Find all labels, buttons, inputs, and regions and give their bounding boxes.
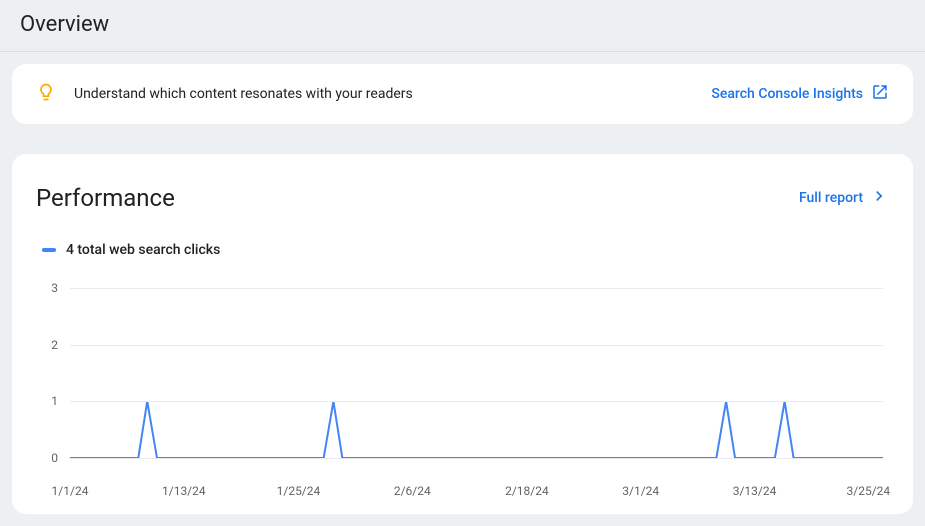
plot-area [70, 278, 883, 478]
x-axis: 1/1/241/13/241/25/242/6/242/18/243/1/243… [70, 484, 883, 504]
y-tick-label: 1 [51, 394, 58, 408]
y-tick-label: 0 [51, 451, 58, 465]
y-tick-label: 2 [51, 338, 58, 352]
lightbulb-icon [36, 82, 56, 106]
insights-link-label: Search Console Insights [711, 86, 863, 102]
x-tick-label: 2/18/24 [505, 484, 549, 498]
page-title: Overview [0, 0, 925, 52]
full-report-label: Full report [799, 190, 863, 206]
x-tick-label: 1/13/24 [162, 484, 206, 498]
x-tick-label: 1/25/24 [277, 484, 321, 498]
performance-header: Performance Full report [36, 184, 889, 212]
y-axis: 0 1 2 3 [36, 278, 64, 478]
x-tick-label: 3/13/24 [733, 484, 777, 498]
grid-line [70, 345, 883, 346]
x-tick-label: 3/25/24 [847, 484, 891, 498]
x-tick-label: 1/1/24 [52, 484, 89, 498]
performance-card: Performance Full report 4 total web sear… [12, 154, 913, 514]
external-link-icon [871, 83, 889, 105]
grid-line [70, 401, 883, 402]
y-tick-label: 3 [51, 281, 58, 295]
x-tick-label: 2/6/24 [394, 484, 431, 498]
chart-legend: 4 total web search clicks [42, 242, 889, 258]
chevron-right-icon [869, 186, 889, 210]
grid-line [70, 288, 883, 289]
insights-link[interactable]: Search Console Insights [711, 83, 889, 105]
legend-label: 4 total web search clicks [66, 242, 220, 258]
x-tick-label: 3/1/24 [622, 484, 659, 498]
insights-left: Understand which content resonates with … [36, 82, 413, 106]
chart: 0 1 2 3 [36, 278, 889, 478]
legend-swatch [42, 248, 56, 252]
full-report-link[interactable]: Full report [799, 186, 889, 210]
insights-text: Understand which content resonates with … [74, 86, 413, 102]
chart-line [70, 401, 883, 458]
performance-title: Performance [36, 184, 175, 212]
grid-line [70, 458, 883, 459]
content-area: Understand which content resonates with … [0, 52, 925, 526]
insights-card: Understand which content resonates with … [12, 64, 913, 124]
